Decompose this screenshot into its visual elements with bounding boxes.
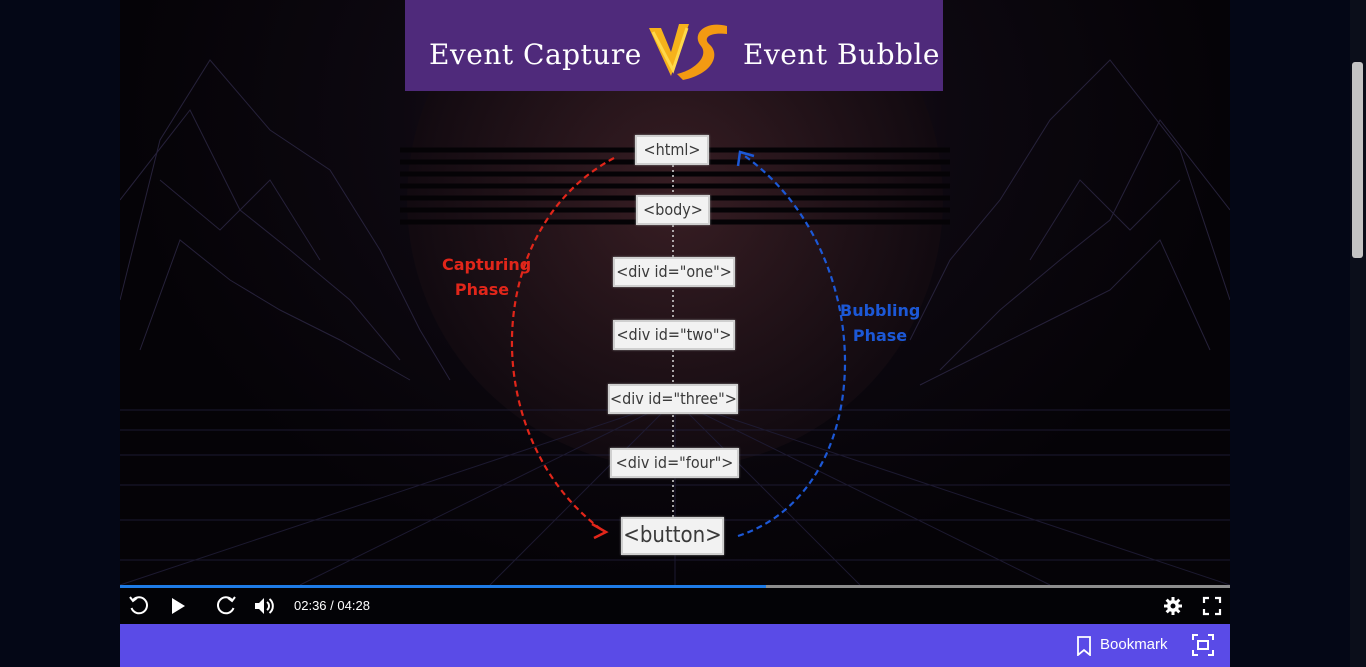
- player-controls: 02:36 / 04:28: [120, 588, 1230, 624]
- bottom-action-bar: Bookmark: [120, 624, 1230, 667]
- video-player[interactable]: Event Capture Event Bubble <html> <body>…: [120, 0, 1230, 624]
- tag-button: <button>: [621, 517, 724, 555]
- page-scrollbar[interactable]: [1350, 0, 1366, 667]
- bookmark-label: Bookmark: [1100, 636, 1168, 653]
- time-display: 02:36 / 04:28: [294, 598, 370, 613]
- scrollbar-thumb[interactable]: [1352, 62, 1363, 258]
- tag-div-one: <div id="one">: [613, 257, 735, 287]
- diagram-arrows: [510, 150, 847, 540]
- current-time: 02:36: [294, 598, 327, 613]
- tag-html: <html>: [635, 135, 709, 165]
- page: Event Capture Event Bubble <html> <body>…: [0, 0, 1366, 667]
- bubbling-phase-label: Bubbling Phase: [840, 298, 920, 348]
- duration: 04:28: [337, 598, 370, 613]
- play-icon[interactable]: [166, 594, 190, 618]
- capture-arrow-path: [510, 157, 615, 531]
- bubble-arrow-path: [737, 153, 847, 538]
- tag-div-three: <div id="three">: [608, 384, 738, 414]
- settings-icon[interactable]: [1161, 594, 1185, 618]
- rewind-icon[interactable]: [127, 594, 151, 618]
- bubbling-phase-line1: Bubbling: [840, 301, 921, 320]
- forward-icon[interactable]: [214, 594, 238, 618]
- capturing-phase-label: Capturing Phase: [442, 252, 532, 302]
- tag-div-four: <div id="four">: [610, 448, 739, 478]
- capturing-phase-line1: Capturing: [442, 255, 532, 274]
- bookmark-icon: [1077, 636, 1091, 656]
- bubbling-phase-line2: Phase: [852, 326, 908, 345]
- fullscreen-icon[interactable]: [1200, 594, 1224, 618]
- bubble-arrowhead: [736, 150, 755, 167]
- video-frame[interactable]: Event Capture Event Bubble <html> <body>…: [120, 0, 1230, 585]
- tag-body: <body>: [636, 195, 710, 225]
- focus-mode-icon[interactable]: [1192, 634, 1214, 656]
- time-separator: /: [326, 598, 338, 613]
- capturing-phase-line2: Phase: [454, 280, 510, 299]
- capture-arrowhead: [591, 522, 609, 540]
- volume-icon[interactable]: [252, 594, 276, 618]
- tag-div-two: <div id="two">: [613, 320, 735, 350]
